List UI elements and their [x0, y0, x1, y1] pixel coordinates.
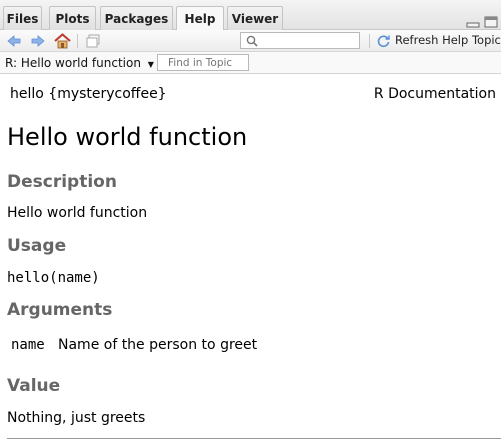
arguments-heading: Arguments [7, 300, 113, 320]
tab-files[interactable]: Files [3, 6, 42, 30]
doc-header-source: R Documentation [373, 86, 496, 102]
argument-name: name [11, 337, 45, 353]
chevron-down-icon: ▼ [147, 60, 154, 69]
tab-viewer[interactable]: Viewer [227, 6, 283, 30]
page-title: Hello world function [7, 123, 248, 151]
description-text: Hello world function [7, 205, 148, 221]
refresh-icon[interactable] [376, 33, 392, 49]
search-icon [246, 35, 258, 47]
doc-header-topic: hello {mysterycoffee} [10, 86, 167, 102]
toolbar-separator [369, 34, 370, 48]
argument-description: Name of the person to greet [58, 337, 258, 353]
topic-bar: R: Hello world function ▼ [0, 52, 501, 74]
usage-code: hello(name) [7, 270, 100, 286]
refresh-help-topic-button[interactable]: Refresh Help Topic [395, 33, 501, 47]
help-toolbar: Refresh Help Topic [0, 30, 501, 52]
back-arrow-icon[interactable] [6, 33, 22, 49]
tab-plots[interactable]: Plots [49, 6, 96, 30]
description-heading: Description [7, 172, 117, 192]
value-text: Nothing, just greets [7, 410, 146, 426]
help-document: hello {mysterycoffee} R Documentation He… [0, 74, 501, 442]
forward-arrow-icon[interactable] [30, 33, 46, 49]
popout-icon[interactable] [85, 33, 101, 49]
topic-history-dropdown[interactable]: R: Hello world function ▼ [5, 56, 154, 70]
help-search-input[interactable] [240, 32, 360, 49]
tab-packages[interactable]: Packages [100, 6, 173, 30]
topic-title: R: Hello world function [5, 56, 141, 70]
value-heading: Value [7, 376, 61, 396]
home-icon[interactable] [54, 33, 71, 49]
toolbar-separator [77, 34, 78, 48]
find-in-topic-input[interactable] [157, 54, 249, 71]
divider [7, 438, 501, 439]
usage-heading: Usage [7, 236, 67, 256]
pane-tab-bar: Files Plots Packages Help Viewer [0, 0, 501, 31]
tab-help[interactable]: Help [176, 6, 224, 31]
